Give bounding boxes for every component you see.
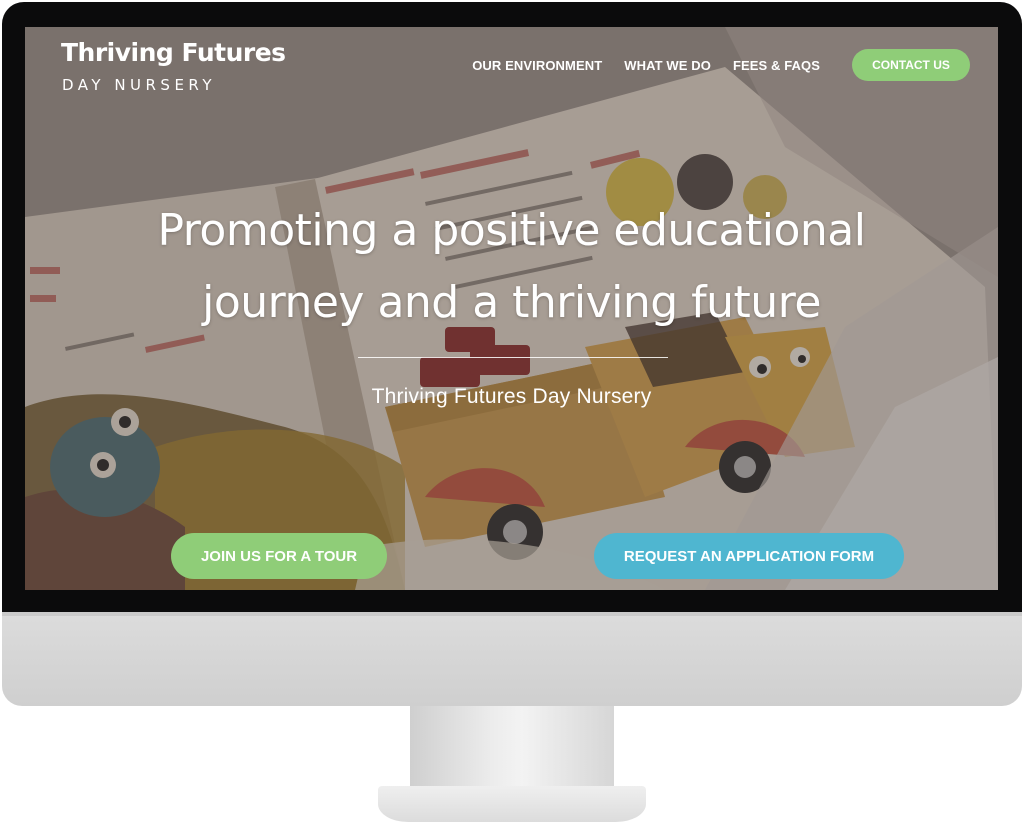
monitor-stand-base [378, 786, 646, 822]
hero-heading-line-2: journey and a thriving future [202, 277, 821, 328]
monitor-chin-shadow [2, 612, 1022, 616]
website-screen: Thriving Futures DAY NURSERY OUR ENVIRON… [25, 27, 998, 590]
logo-title: Thriving Futures [61, 38, 286, 67]
request-application-button[interactable]: REQUEST AN APPLICATION FORM [594, 533, 904, 579]
monitor-chin [2, 612, 1022, 706]
hero-heading: Promoting a positive educational journey… [25, 195, 998, 339]
desktop-monitor: Thriving Futures DAY NURSERY OUR ENVIRON… [0, 0, 1024, 824]
join-tour-button[interactable]: JOIN US FOR A TOUR [171, 533, 387, 579]
hero-divider [358, 357, 668, 358]
main-navigation: OUR ENVIRONMENT WHAT WE DO FEES & FAQS C… [472, 49, 970, 81]
hero-subtitle: Thriving Futures Day Nursery [371, 385, 652, 408]
logo-subtitle: DAY NURSERY [62, 76, 217, 94]
nav-item-fees-faqs[interactable]: FEES & FAQS [733, 58, 820, 73]
nav-item-what-we-do[interactable]: WHAT WE DO [624, 58, 711, 73]
contact-us-button[interactable]: CONTACT US [852, 49, 970, 81]
site-logo[interactable]: Thriving Futures DAY NURSERY [61, 38, 286, 95]
monitor-stand-neck [410, 706, 614, 788]
nav-item-our-environment[interactable]: OUR ENVIRONMENT [472, 58, 602, 73]
hero-heading-line-1: Promoting a positive educational [157, 205, 866, 256]
